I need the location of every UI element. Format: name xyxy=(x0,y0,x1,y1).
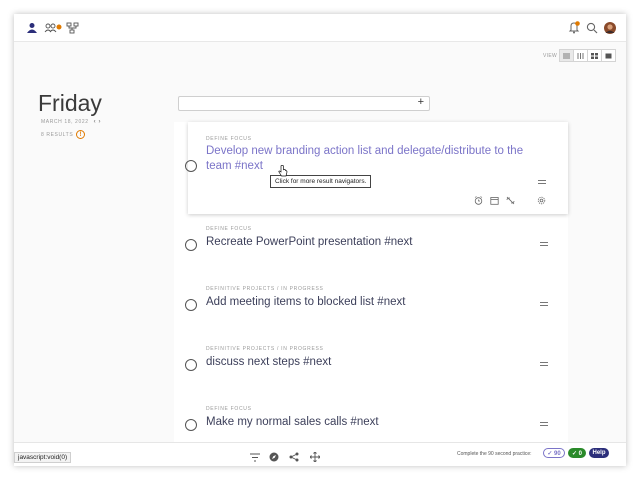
task-title[interactable]: Recreate PowerPoint presentation #next xyxy=(206,235,412,250)
drag-handle-icon[interactable] xyxy=(540,302,548,306)
next-day-icon[interactable]: › xyxy=(98,119,101,125)
view-label: VIEW xyxy=(543,52,557,59)
grid-view-icon xyxy=(591,52,598,59)
page-title: Friday xyxy=(38,90,102,116)
task-category: DEFINE FOCUS xyxy=(206,406,252,412)
drag-handle-icon[interactable] xyxy=(540,242,548,246)
move-icon[interactable] xyxy=(309,449,321,466)
compact-view-button[interactable] xyxy=(573,49,588,62)
task-category: DEFINE FOCUS xyxy=(206,226,252,232)
snooze-clock-icon[interactable] xyxy=(474,192,483,210)
list-view-button[interactable] xyxy=(559,49,574,62)
results-info-badge[interactable]: ! xyxy=(76,130,86,139)
add-task-input[interactable]: + xyxy=(178,96,430,111)
add-icon[interactable]: + xyxy=(418,96,424,108)
grid-view-button[interactable] xyxy=(587,49,602,62)
complete-checkbox[interactable] xyxy=(185,299,197,311)
drag-handle-icon[interactable] xyxy=(540,422,548,426)
completed-count-badge[interactable]: ✓ 0 xyxy=(568,448,586,458)
drag-handle-icon[interactable] xyxy=(540,362,548,366)
user-icon[interactable] xyxy=(26,21,38,39)
help-button[interactable]: Help xyxy=(589,448,609,458)
practice-text: Complete the 90 second practice: xyxy=(457,451,532,457)
task-category: DEFINITIVE PROJECTS / IN PROGRESS xyxy=(206,346,324,352)
board-view-icon xyxy=(605,53,612,58)
hierarchy-icon[interactable] xyxy=(66,21,79,39)
task-title[interactable]: Develop new branding action list and del… xyxy=(206,144,526,174)
board-view-button[interactable] xyxy=(601,49,616,62)
unlink-icon[interactable] xyxy=(506,192,515,210)
list-item[interactable]: DEFINITIVE PROJECTS / IN PROGRESS Add me… xyxy=(174,272,568,332)
task-title[interactable]: discuss next steps #next xyxy=(206,355,331,370)
search-icon[interactable] xyxy=(586,21,598,39)
browser-status-url: javascript:void(0) xyxy=(14,452,72,463)
list-view-icon xyxy=(563,53,570,58)
task-title[interactable]: Add meeting items to blocked list #next xyxy=(206,295,405,310)
settings-gear-icon[interactable] xyxy=(537,192,546,210)
date-nav: ‹ › xyxy=(94,119,102,125)
task-item-highlighted[interactable]: DEFINE FOCUS Develop new branding action… xyxy=(185,122,568,214)
bottom-bar: Complete the 90 second practice: ✓ 90 ✓ … xyxy=(14,442,626,466)
date-label: MARCH 18, 2022 xyxy=(41,119,89,125)
view-switcher: VIEW xyxy=(543,49,616,62)
results-row: 8 RESULTS ! xyxy=(41,130,86,139)
results-count: 8 RESULTS xyxy=(41,131,74,138)
list-item[interactable]: DEFINITIVE PROJECTS / IN PROGRESS discus… xyxy=(174,332,568,392)
team-icon[interactable] xyxy=(44,21,62,39)
top-bar xyxy=(14,14,626,42)
prev-day-icon[interactable]: ‹ xyxy=(94,119,97,125)
complete-checkbox[interactable] xyxy=(185,239,197,251)
calendar-icon[interactable] xyxy=(490,192,499,210)
notification-bell-icon[interactable] xyxy=(568,21,580,39)
complete-checkbox[interactable] xyxy=(185,160,197,172)
compass-icon[interactable] xyxy=(269,449,279,466)
task-category: DEFINITIVE PROJECTS / IN PROGRESS xyxy=(206,286,324,292)
mouse-pointer-icon xyxy=(278,164,288,182)
task-category: DEFINE FOCUS xyxy=(206,136,252,142)
task-list: DEFINE FOCUS Develop new branding action… xyxy=(174,122,568,466)
filter-icon[interactable] xyxy=(250,449,260,466)
list-item[interactable]: DEFINE FOCUS Recreate PowerPoint present… xyxy=(174,212,568,272)
task-title[interactable]: Make my normal sales calls #next xyxy=(206,415,379,430)
date-row: MARCH 18, 2022 ‹ › xyxy=(41,119,101,125)
share-icon[interactable] xyxy=(289,449,299,466)
complete-checkbox[interactable] xyxy=(185,419,197,431)
complete-checkbox[interactable] xyxy=(185,359,197,371)
avatar[interactable] xyxy=(604,21,616,39)
app-window: VIEW Friday MARCH 18, 2022 ‹ › 8 RESULTS… xyxy=(14,14,626,466)
compact-view-icon xyxy=(577,52,584,59)
practice-count-badge[interactable]: ✓ 90 xyxy=(543,448,565,458)
drag-handle-icon[interactable] xyxy=(538,180,546,184)
